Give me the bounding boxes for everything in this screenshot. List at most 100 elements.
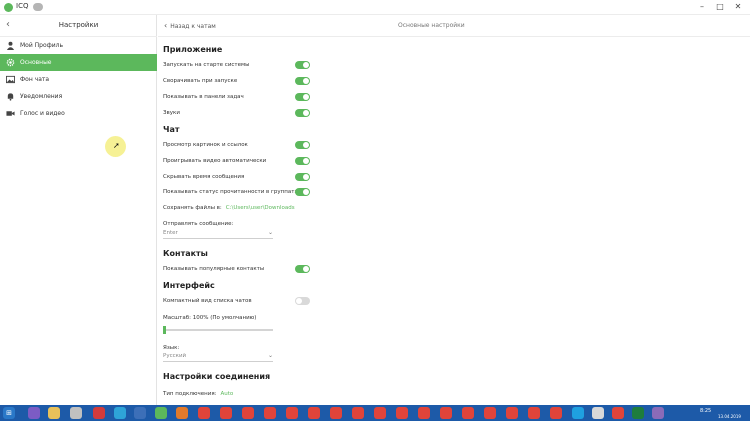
sidebar-item-label: Уведомления — [20, 93, 63, 100]
section-connection: Настройки соединения — [163, 372, 271, 381]
language-dropdown[interactable]: Русский ⌄ — [163, 352, 273, 362]
compact-chat-list-toggle[interactable] — [295, 297, 310, 305]
title-bar: ICQ – □ ✕ — [0, 0, 750, 15]
tray-time: 8:25 — [700, 408, 712, 414]
yandex-browser-icon[interactable] — [198, 407, 210, 419]
sounds-toggle[interactable] — [295, 109, 310, 117]
tray-date: 13.04.2019 — [718, 414, 741, 419]
save-files-path-link[interactable]: C:\Users\user\Downloads — [226, 205, 295, 211]
bell-icon — [7, 93, 14, 101]
icq-logo-icon — [4, 3, 13, 12]
setting-label: Показывать статус прочитанности в группа… — [163, 189, 302, 195]
slider-thumb[interactable] — [163, 326, 166, 334]
firefox-icon[interactable] — [176, 407, 188, 419]
yandex-browser-icon[interactable] — [286, 407, 298, 419]
chat-bubble-icon[interactable] — [33, 3, 43, 11]
autostart-toggle[interactable] — [295, 61, 310, 69]
yandex-browser-icon[interactable] — [242, 407, 254, 419]
minimize-button[interactable]: – — [695, 1, 709, 13]
taskbar-app-icon[interactable] — [28, 407, 40, 419]
scale-label: Масштаб: 100% (По умолчанию) — [163, 315, 257, 321]
camera-icon — [6, 111, 15, 116]
autoplay-video-toggle[interactable] — [295, 157, 310, 165]
dropdown-value: Enter — [163, 230, 178, 236]
section-interface: Интерфейс — [163, 281, 215, 290]
minimize-on-start-toggle[interactable] — [295, 77, 310, 85]
app-name: ICQ — [16, 2, 29, 10]
taskbar-app-icon[interactable] — [592, 407, 604, 419]
person-icon — [6, 41, 15, 50]
chevron-left-icon: ‹ — [164, 21, 168, 30]
yandex-browser-icon[interactable] — [308, 407, 320, 419]
taskbar: ⊞ 8:25 13.04.2019 — [0, 405, 750, 421]
close-button[interactable]: ✕ — [731, 1, 745, 13]
section-application: Приложение — [163, 45, 223, 54]
yandex-browser-icon[interactable] — [418, 407, 430, 419]
yandex-browser-icon[interactable] — [374, 407, 386, 419]
yandex-browser-icon[interactable] — [330, 407, 342, 419]
setting-label: Скрывать время сообщения — [163, 174, 245, 180]
excel-icon[interactable] — [632, 407, 644, 419]
skype-icon[interactable] — [572, 407, 584, 419]
setting-label: Показывать в панели задач — [163, 94, 244, 100]
section-contacts: Контакты — [163, 249, 208, 258]
save-files-row: Сохранять файлы в: C:\Users\user\Download… — [163, 205, 295, 211]
connection-type-link[interactable]: Auto — [220, 391, 233, 397]
yandex-browser-icon[interactable] — [612, 407, 624, 419]
yandex-browser-icon[interactable] — [528, 407, 540, 419]
sidebar-item-voice-video[interactable]: Голос и видео — [0, 105, 157, 122]
taskbar-app-icon[interactable] — [134, 407, 146, 419]
setting-label: Запускать на старте системы — [163, 62, 250, 68]
sidebar-item-label: Мой Профиль — [20, 42, 64, 49]
language-label: Язык: — [163, 345, 180, 351]
content-header: ‹ Назад к чатам Основные настройки — [158, 15, 750, 37]
sidebar-item-label: Основные — [20, 59, 52, 66]
dropdown-value: Русский — [163, 353, 187, 359]
content-title: Основные настройки — [398, 22, 465, 29]
sidebar-item-label: Голос и видео — [20, 110, 65, 117]
yandex-browser-icon[interactable] — [396, 407, 408, 419]
scale-slider[interactable] — [163, 326, 273, 334]
telegram-icon[interactable] — [114, 407, 126, 419]
start-button[interactable]: ⊞ — [3, 407, 15, 419]
preview-images-toggle[interactable] — [295, 141, 310, 149]
setting-label: Сворачивать при запуске — [163, 78, 238, 84]
yandex-browser-icon[interactable] — [352, 407, 364, 419]
setting-label: Показывать популярные контакты — [163, 266, 265, 272]
yandex-browser-icon[interactable] — [462, 407, 474, 419]
back-to-chats-link[interactable]: ‹ Назад к чатам — [164, 21, 216, 30]
yandex-browser-icon[interactable] — [440, 407, 452, 419]
opera-icon[interactable] — [93, 407, 105, 419]
maximize-button[interactable]: □ — [713, 1, 727, 13]
settings-content: ‹ Назад к чатам Основные настройки Прилож… — [158, 15, 750, 405]
send-message-label: Отправлять сообщение: — [163, 221, 234, 227]
taskbar-app-icon[interactable] — [70, 407, 82, 419]
taskbar-app-icon[interactable] — [652, 407, 664, 419]
mouse-pointer-icon: ➚ — [113, 141, 120, 150]
setting-label: Компактный вид списка чатов — [163, 298, 252, 304]
icq-taskbar-icon[interactable] — [155, 407, 167, 419]
sidebar-item-general[interactable]: Основные — [0, 54, 157, 71]
yandex-browser-icon[interactable] — [220, 407, 232, 419]
sidebar-item-notifications[interactable]: Уведомления — [0, 88, 157, 105]
read-status-toggle[interactable] — [295, 188, 310, 196]
yandex-browser-icon[interactable] — [550, 407, 562, 419]
yandex-browser-icon[interactable] — [484, 407, 496, 419]
sidebar-header: ‹ Настройки — [0, 15, 157, 37]
image-icon — [6, 75, 15, 84]
hide-message-time-toggle[interactable] — [295, 173, 310, 181]
setting-label: Проигрывать видео автоматически — [163, 158, 267, 164]
yandex-browser-icon[interactable] — [264, 407, 276, 419]
folder-icon[interactable] — [48, 407, 60, 419]
gear-icon — [6, 58, 15, 67]
sidebar-item-chat-background[interactable]: Фон чата — [0, 71, 157, 88]
yandex-browser-icon[interactable] — [506, 407, 518, 419]
connection-type-row: Тип подключения: Auto — [163, 391, 234, 397]
sidebar-item-profile[interactable]: Мой Профиль — [0, 37, 157, 54]
chevron-down-icon: ⌄ — [267, 229, 273, 236]
setting-label: Звуки — [163, 110, 180, 116]
popular-contacts-toggle[interactable] — [295, 265, 310, 273]
send-message-dropdown[interactable]: Enter ⌄ — [163, 229, 273, 239]
show-in-taskbar-toggle[interactable] — [295, 93, 310, 101]
section-chat: Чат — [163, 125, 180, 134]
